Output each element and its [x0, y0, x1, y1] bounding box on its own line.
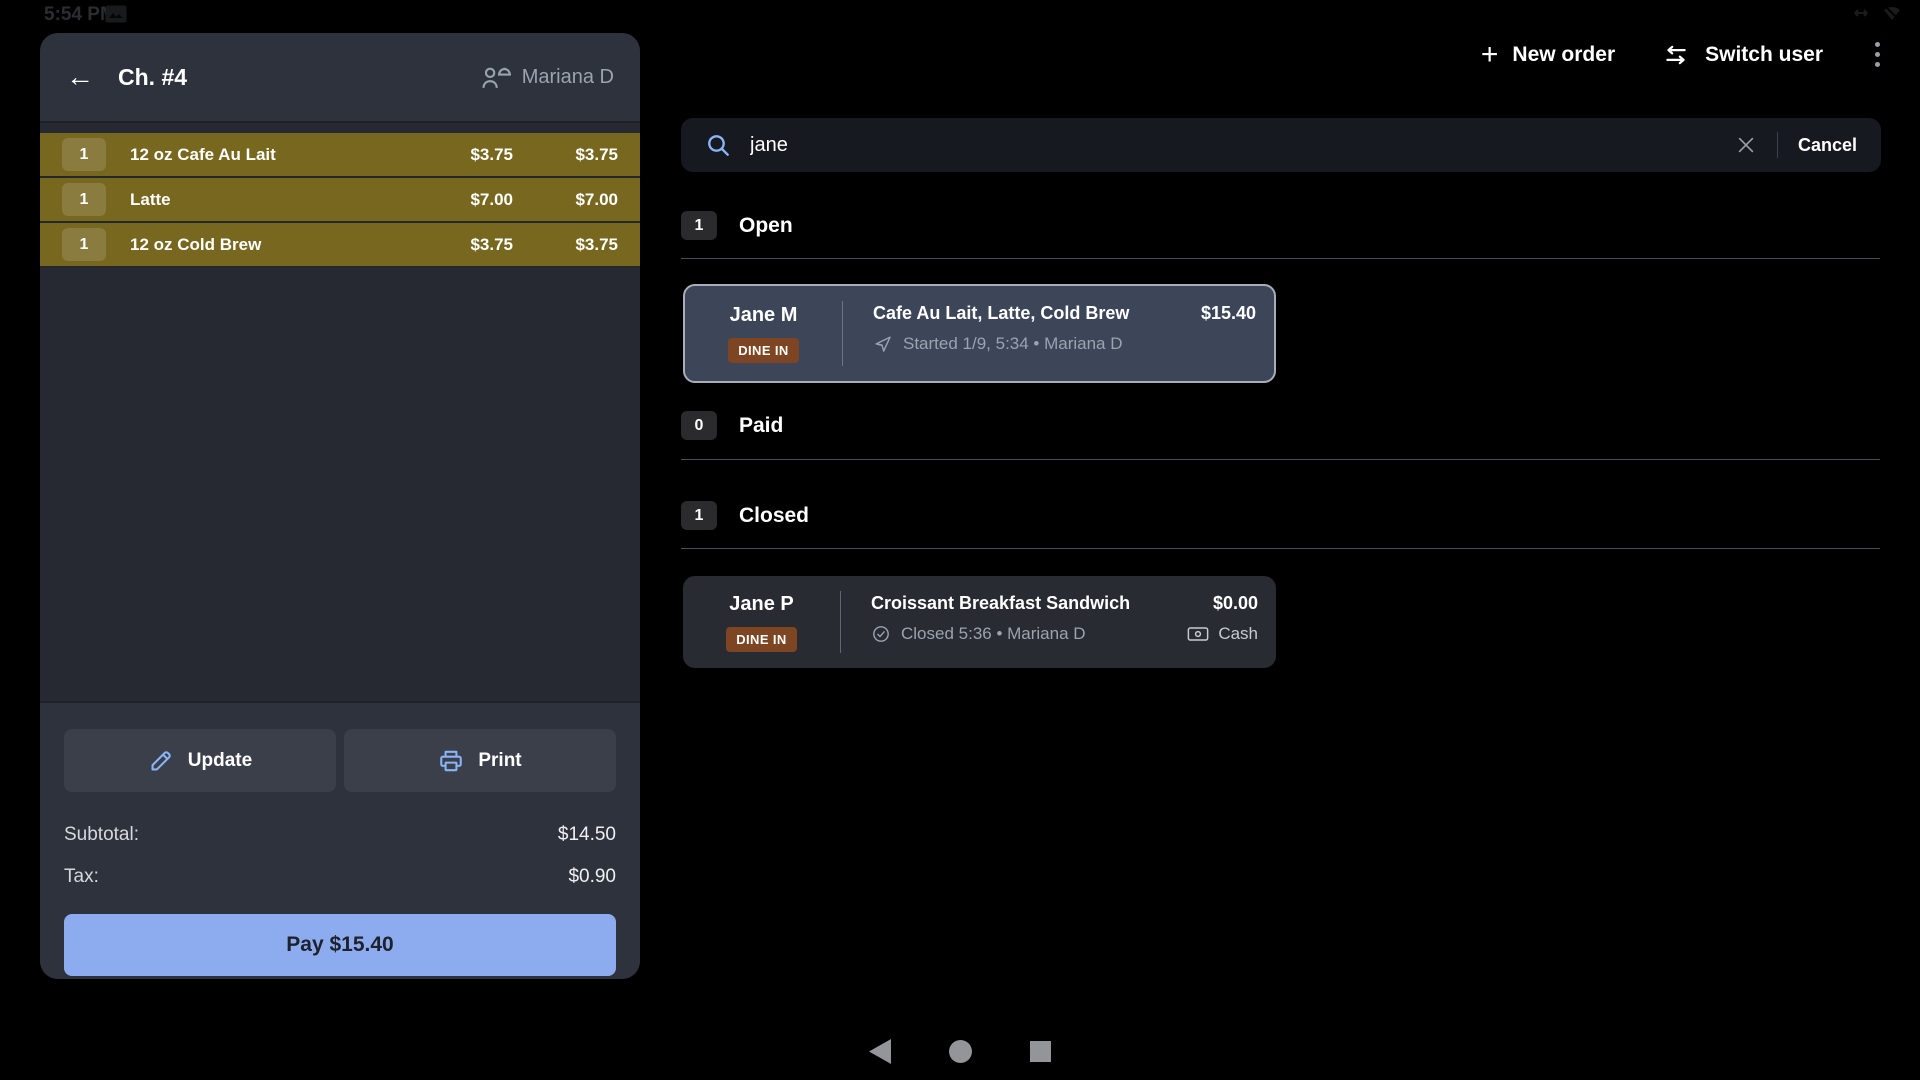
subtotal-row: Subtotal: $14.50 [64, 824, 616, 846]
search-divider [1777, 132, 1778, 158]
search-input[interactable] [750, 134, 1735, 157]
ticket-items-list: 1 12 oz Cafe Au Lait $3.75 $3.75 1 Latte… [40, 123, 640, 701]
swap-arrows-icon [1661, 42, 1691, 68]
section-header-paid[interactable]: 0 Paid [681, 411, 783, 440]
open-section-label: Open [739, 214, 793, 238]
back-arrow-icon[interactable]: ← [66, 63, 94, 91]
screen: 5:54 PM ← Ch. #4 Mariana D [0, 0, 1920, 1080]
pencil-icon [148, 748, 174, 774]
payment-method-label: Cash [1218, 624, 1258, 644]
nav-home-icon[interactable] [949, 1040, 972, 1063]
update-label: Update [188, 750, 252, 772]
item-unit-price: $3.75 [403, 145, 513, 165]
item-name: Latte [130, 190, 403, 210]
open-count-badge: 1 [681, 211, 717, 240]
subtotal-value: $14.50 [558, 824, 616, 846]
status-icons [1850, 5, 1902, 21]
switch-user-label: Switch user [1705, 43, 1823, 67]
customer-name: Jane M [730, 304, 798, 327]
order-summary: Croissant Breakfast Sandwich [871, 593, 1130, 614]
subtotal-label: Subtotal: [64, 824, 139, 846]
nav-back-icon[interactable] [869, 1039, 891, 1064]
ticket-footer: Update Print Subtotal: $14.50 Tax: $0.90 [40, 701, 640, 979]
waiter-icon [480, 64, 512, 91]
ticket-title: Ch. #4 [118, 64, 187, 91]
item-unit-price: $7.00 [403, 190, 513, 210]
order-customer: Jane P DINE IN [683, 576, 840, 668]
server-name: Mariana D [522, 66, 614, 89]
server-chip[interactable]: Mariana D [480, 64, 614, 91]
ticket-panel: ← Ch. #4 Mariana D 1 12 oz Cafe Au Lait … [40, 33, 640, 979]
pay-button[interactable]: Pay $15.40 [64, 914, 616, 976]
tax-row: Tax: $0.90 [64, 866, 616, 888]
dine-in-badge: DINE IN [726, 627, 796, 652]
order-total: $0.00 [1213, 593, 1258, 614]
cancel-search-button[interactable]: Cancel [1798, 135, 1857, 156]
android-nav-bar [0, 1022, 1920, 1080]
topbar-actions: + New order Switch user [1481, 38, 1886, 71]
order-total: $15.40 [1201, 303, 1256, 324]
item-total-price: $3.75 [513, 145, 618, 165]
item-total-price: $3.75 [513, 235, 618, 255]
tax-label: Tax: [64, 866, 99, 888]
item-name: 12 oz Cold Brew [130, 235, 403, 255]
new-order-button[interactable]: + New order [1481, 40, 1615, 70]
paid-count-badge: 0 [681, 411, 717, 440]
payment-method: Cash [1187, 624, 1258, 644]
item-name: 12 oz Cafe Au Lait [130, 145, 403, 165]
closed-count-badge: 1 [681, 501, 717, 530]
status-bar: 5:54 PM [0, 0, 1920, 28]
ticket-item-row[interactable]: 1 12 oz Cold Brew $3.75 $3.75 [40, 223, 640, 268]
order-status: Closed 5:36 • Mariana D [901, 624, 1086, 644]
switch-user-button[interactable]: Switch user [1661, 42, 1823, 68]
wifi-off-icon [1882, 5, 1902, 21]
section-header-closed[interactable]: 1 Closed [681, 501, 809, 530]
new-order-label: New order [1512, 43, 1615, 67]
print-label: Print [478, 750, 521, 772]
ticket-item-row[interactable]: 1 12 oz Cafe Au Lait $3.75 $3.75 [40, 133, 640, 178]
tax-value: $0.90 [568, 866, 616, 888]
clear-search-icon[interactable] [1735, 134, 1757, 156]
item-qty: 1 [62, 228, 106, 261]
section-divider [681, 258, 1880, 259]
order-details: Croissant Breakfast Sandwich $0.00 Close… [841, 576, 1276, 668]
dine-in-badge: DINE IN [728, 338, 798, 363]
paid-section-label: Paid [739, 414, 783, 438]
section-header-open[interactable]: 1 Open [681, 211, 793, 240]
order-details: Cafe Au Lait, Latte, Cold Brew $15.40 St… [843, 286, 1274, 381]
item-total-price: $7.00 [513, 190, 618, 210]
order-status: Started 1/9, 5:34 • Mariana D [903, 334, 1123, 354]
item-qty: 1 [62, 138, 106, 171]
closed-section-label: Closed [739, 504, 809, 528]
closed-check-icon [871, 624, 891, 644]
arrows-icon [1850, 5, 1872, 21]
screenshot-icon [105, 5, 127, 28]
overflow-menu-icon[interactable] [1869, 38, 1886, 71]
cash-icon [1187, 625, 1209, 643]
plus-icon: + [1481, 40, 1499, 70]
print-button[interactable]: Print [344, 729, 616, 792]
ticket-header: ← Ch. #4 Mariana D [40, 33, 640, 123]
section-divider [681, 548, 1880, 549]
item-qty: 1 [62, 183, 106, 216]
search-icon [705, 132, 732, 159]
item-unit-price: $3.75 [403, 235, 513, 255]
search-bar: Cancel [681, 118, 1881, 172]
section-divider [681, 459, 1880, 460]
update-button[interactable]: Update [64, 729, 336, 792]
order-card-closed[interactable]: Jane P DINE IN Croissant Breakfast Sandw… [683, 576, 1276, 668]
order-card-open[interactable]: Jane M DINE IN Cafe Au Lait, Latte, Cold… [683, 284, 1276, 383]
ticket-item-row[interactable]: 1 Latte $7.00 $7.00 [40, 178, 640, 223]
order-summary: Cafe Au Lait, Latte, Cold Brew [873, 303, 1129, 324]
order-customer: Jane M DINE IN [685, 286, 842, 381]
started-send-icon [873, 334, 893, 354]
customer-name: Jane P [729, 593, 793, 616]
printer-icon [438, 748, 464, 774]
nav-recents-icon[interactable] [1030, 1041, 1051, 1062]
